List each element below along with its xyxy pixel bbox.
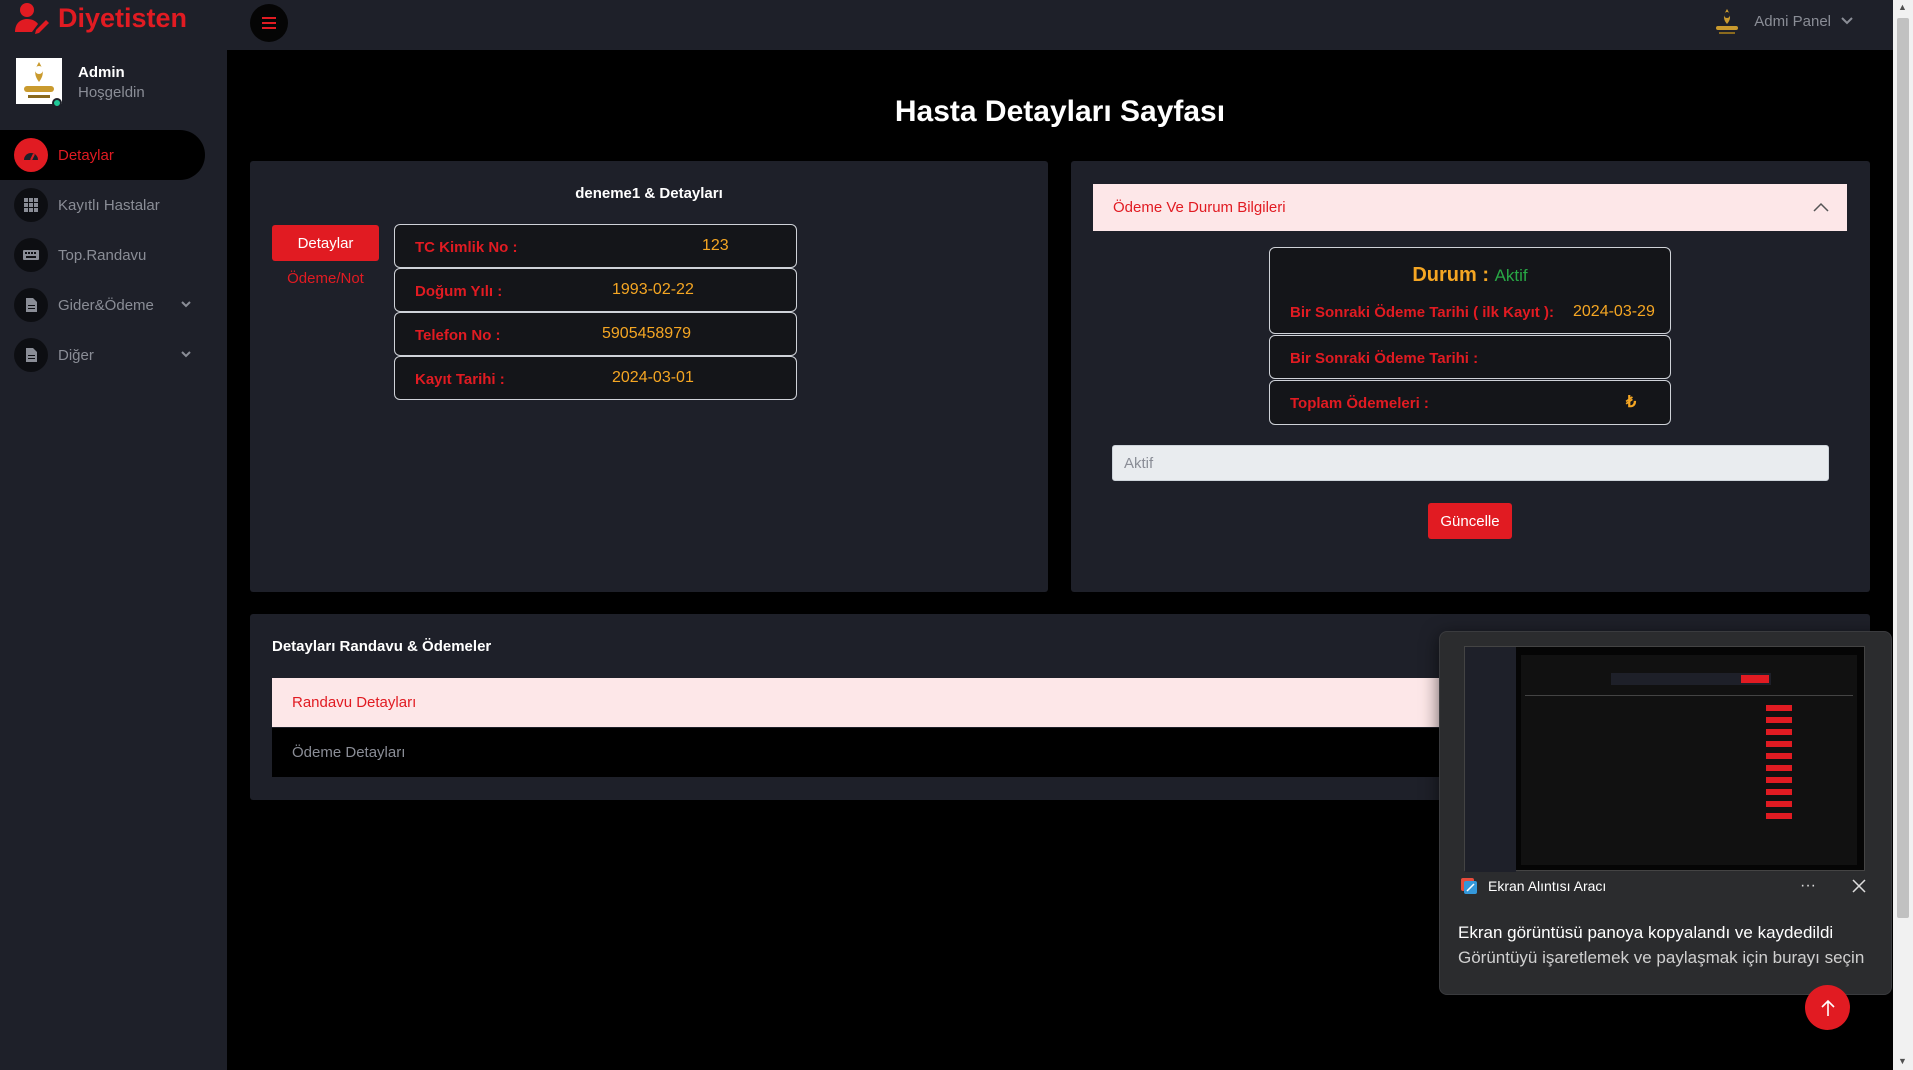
field-label: TC Kimlik No : [415,239,518,256]
app-root: Diyetisten Admi Panel Admin Hoşgeldin De… [0,0,1913,1070]
more-options-button[interactable]: ··· [1800,877,1816,895]
thumbnail-sidebar [1465,647,1516,872]
scrollbar-thumb[interactable] [1897,18,1909,918]
admin-panel-menu[interactable]: Admi Panel [1710,6,1853,36]
profile-name: Admin [78,64,125,81]
kayit-tarihi-field: Kayıt Tarihi : 2024-03-01 [394,356,797,400]
toast-message: Görüntüyü işaretlemek ve paylaşmak için … [1458,948,1865,967]
total-payments-value: ₺ [1626,394,1637,411]
sidebar-item-label: Detaylar [58,146,114,164]
next-payment-first-value: 2024-03-29 [1573,303,1655,320]
toast-app-name: Ekran Alıntısı Aracı [1488,878,1607,894]
update-button[interactable]: Güncelle [1428,503,1512,539]
admin-panel-label: Admi Panel [1754,12,1831,30]
close-button[interactable] [1852,877,1866,898]
field-label: Telefon No : [415,327,501,344]
screenshot-thumbnail[interactable] [1464,646,1865,872]
grid-icon [14,188,48,222]
field-label: Kayıt Tarihi : [415,371,505,388]
chevron-down-icon [181,301,191,308]
total-payments-label: Toplam Ödemeleri : [1290,395,1429,412]
next-payment-first-label: Bir Sonraki Ödeme Tarihi ( ilk Kayıt ): [1290,304,1554,321]
sidebar-item-detaylar[interactable]: Detaylar [0,130,205,180]
sidebar-item-gider-odeme[interactable]: Gider&Ödeme [0,280,227,330]
snipping-tool-notification[interactable]: Ekran Alıntısı Aracı ··· Ekran görüntüsü… [1439,631,1892,995]
payment-status-accordion-header[interactable]: Ödeme Ve Durum Bilgileri [1093,184,1847,231]
brand[interactable]: Diyetisten [14,2,187,34]
patient-details-card: deneme1 & Detayları Detaylar Ödeme/Not T… [250,161,1048,592]
status-card: Ödeme Ve Durum Bilgileri Durum : Aktif B… [1071,161,1870,592]
document-icon [14,288,48,322]
sidebar-nav: Detaylar Kayıtlı Hastalar Top.Randavu Gi… [0,130,227,380]
next-payment-box: Bir Sonraki Ödeme Tarihi : [1269,335,1671,379]
page-scrollbar[interactable]: ▲ ▼ [1893,0,1913,1070]
brand-name: Diyetisten [58,2,188,33]
dashboard-icon [14,138,48,172]
sidebar: Admin Hoşgeldin Detaylar Kayıtlı Hastala… [0,50,227,1070]
page-title: Hasta Detayları Sayfası [894,95,1226,128]
tc-kimlik-field: TC Kimlik No : 123 [394,224,797,268]
field-value: 2024-03-01 [612,369,694,386]
online-status-dot [52,98,62,108]
document-icon [14,338,48,372]
sidebar-item-top-randavu[interactable]: Top.Randavu [0,230,227,280]
telefon-field: Telefon No : 5905458979 [394,312,797,356]
menu-toggle-button[interactable] [250,4,288,42]
field-value: 123 [702,237,729,254]
toast-title: Ekran görüntüsü panoya kopyalandı ve kay… [1458,923,1834,942]
status-select[interactable] [1112,445,1829,481]
accordion-title: Ödeme Ve Durum Bilgileri [1113,199,1286,216]
chevron-up-icon [1813,202,1829,212]
chevron-down-icon [181,351,191,358]
tab-detaylar[interactable]: Detaylar [272,225,379,261]
arrow-up-icon [1820,999,1835,1016]
brand-logo [1716,9,1739,34]
sidebar-item-label: Diğer [58,346,94,364]
field-value: 1993-02-22 [612,281,694,298]
sidebar-item-kayitli-hastalar[interactable]: Kayıtlı Hastalar [0,180,227,230]
field-label: Doğum Yılı : [415,283,503,300]
scroll-to-top-button[interactable] [1805,985,1850,1030]
toast-app-header: Ekran Alıntısı Aracı [1460,877,1606,895]
sidebar-item-label: Gider&Ödeme [58,296,154,314]
total-payments-box: Toplam Ödemeleri : ₺ [1269,380,1671,425]
patient-card-title: deneme1 & Detayları [575,185,723,202]
tab-odeme-not[interactable]: Ödeme/Not [272,270,379,287]
chevron-down-icon [1841,17,1853,25]
keyboard-icon [14,238,48,272]
status-box: Durum : Aktif Bir Sonraki Ödeme Tarihi (… [1269,247,1671,334]
snipping-tool-icon [1461,878,1477,894]
hamburger-icon [262,17,276,29]
close-icon [1852,879,1866,893]
durum-label: Durum : [1412,264,1490,286]
durum-line: Durum : Aktif [1270,264,1670,287]
field-value: 5905458979 [602,325,691,342]
avatar [16,58,62,108]
profile: Admin Hoşgeldin [16,58,145,108]
next-payment-label: Bir Sonraki Ödeme Tarihi : [1290,350,1479,367]
top-bar: Diyetisten Admi Panel [0,0,1893,50]
appointments-title: Detayları Randavu & Ödemeler [272,638,492,655]
user-edit-icon [15,3,49,34]
thumbnail-main [1521,655,1857,865]
sidebar-item-label: Kayıtlı Hastalar [58,196,160,214]
scroll-up-arrow-icon[interactable]: ▲ [1898,2,1907,12]
dogum-yili-field: Doğum Yılı : 1993-02-22 [394,268,797,312]
durum-value: Aktif [1494,266,1528,285]
scroll-down-arrow-icon[interactable]: ▼ [1898,1056,1907,1066]
sidebar-item-diger[interactable]: Diğer [0,330,227,380]
sidebar-item-label: Top.Randavu [58,246,147,264]
profile-text: Admin Hoşgeldin [78,58,145,101]
profile-subtitle: Hoşgeldin [78,84,145,101]
